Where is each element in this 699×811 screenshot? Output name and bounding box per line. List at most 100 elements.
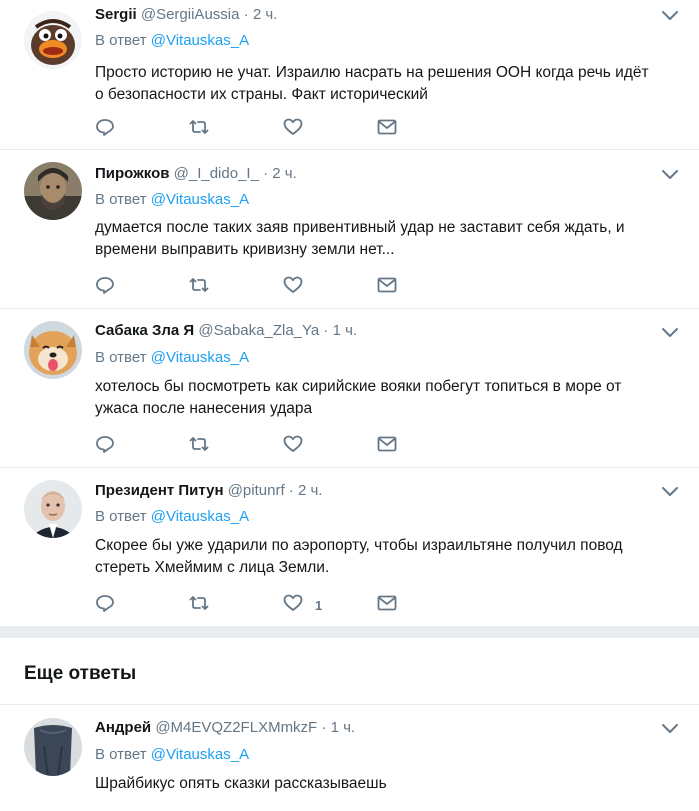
retweet-button[interactable] — [189, 276, 209, 298]
author-handle[interactable]: @Sabaka_Zla_Ya — [198, 322, 319, 339]
retweet-icon — [189, 593, 209, 617]
timestamp[interactable]: 2 ч. — [298, 482, 323, 499]
reply-prefix: В ответ — [95, 508, 147, 525]
heart-icon — [283, 434, 303, 458]
retweet-icon — [189, 117, 209, 141]
avatar[interactable] — [24, 162, 82, 220]
reply-prefix: В ответ — [95, 746, 147, 763]
tweet-actions — [95, 435, 415, 457]
reply-tweet[interactable]: Андрей @M4EVQZ2FLXMmkzF · 1 ч. В ответ @… — [0, 705, 699, 811]
author-name[interactable]: Президент Питун — [95, 482, 224, 499]
reply-button[interactable] — [95, 276, 115, 298]
reply-icon — [95, 593, 115, 617]
reply-tweet[interactable]: Пирожков @_I_dido_I_ · 2 ч. В ответ @Vit… — [0, 150, 699, 309]
reply-to-link[interactable]: @Vitauskas_A — [151, 349, 249, 366]
like-button[interactable] — [283, 118, 315, 140]
retweet-icon — [189, 434, 209, 458]
avatar-image — [24, 11, 82, 69]
reply-to-link[interactable]: @Vitauskas_A — [151, 508, 249, 525]
like-count: 1 — [315, 597, 323, 613]
tweet-text: Шрайбикус опять сказки рассказываешь — [95, 773, 665, 795]
timestamp[interactable]: 2 ч. — [253, 6, 278, 23]
chevron-down-icon[interactable] — [661, 10, 679, 22]
author-name[interactable]: Sergii — [95, 6, 137, 23]
avatar[interactable] — [24, 11, 82, 69]
avatar-image — [24, 480, 82, 538]
tweet-text: хотелось бы посмотреть как сирийские воя… — [95, 376, 665, 420]
separator-dot: · — [288, 482, 294, 499]
tweet-actions: 1 — [95, 594, 415, 616]
reply-to-link[interactable]: @Vitauskas_A — [151, 191, 249, 208]
tweet-text-line: времени выправить кривизну земли нет... — [95, 241, 395, 258]
reply-icon — [95, 117, 115, 141]
direct-message-button[interactable] — [377, 276, 397, 298]
like-button[interactable]: 1 — [283, 594, 322, 616]
tweet-text-line: стереть Хмеймим с лица Земли. — [95, 559, 330, 576]
tweet-text-line: Скорее бы уже ударили по аэропорту, чтоб… — [95, 537, 623, 554]
reply-context: В ответ @Vitauskas_A — [95, 31, 249, 51]
reply-prefix: В ответ — [95, 191, 147, 208]
tweet-text: Скорее бы уже ударили по аэропорту, чтоб… — [95, 535, 665, 579]
avatar-image — [24, 162, 82, 220]
tweet-text-line: о безопасности их страны. Факт историчес… — [95, 86, 428, 103]
reply-prefix: В ответ — [95, 349, 147, 366]
section-divider — [0, 626, 699, 638]
direct-message-button[interactable] — [377, 594, 397, 616]
reply-prefix: В ответ — [95, 32, 147, 49]
author-name[interactable]: Пирожков — [95, 165, 169, 182]
reply-to-link[interactable]: @Vitauskas_A — [151, 32, 249, 49]
separator-dot: · — [263, 165, 269, 182]
author-name[interactable]: Сабака Зла Я — [95, 322, 194, 339]
envelope-icon — [377, 593, 397, 617]
tweet-text: Просто историю не учат. Израилю насрать … — [95, 62, 665, 106]
retweet-button[interactable] — [189, 435, 209, 457]
reply-to-link[interactable]: @Vitauskas_A — [151, 746, 249, 763]
author-name[interactable]: Андрей — [95, 719, 151, 736]
like-button[interactable] — [283, 276, 315, 298]
separator-dot: · — [321, 719, 327, 736]
author-handle[interactable]: @_I_dido_I_ — [174, 165, 259, 182]
reply-tweet[interactable]: Президент Питун @pitunrf · 2 ч. В ответ … — [0, 468, 699, 626]
reply-icon — [95, 434, 115, 458]
tweet-text-line: Шрайбикус опять сказки рассказываешь — [95, 775, 387, 792]
reply-icon — [95, 275, 115, 299]
direct-message-button[interactable] — [377, 435, 397, 457]
author-handle[interactable]: @M4EVQZ2FLXMmkzF — [155, 719, 317, 736]
envelope-icon — [377, 117, 397, 141]
tweet-text-line: думается после таких заяв привентивный у… — [95, 219, 625, 236]
reply-button[interactable] — [95, 594, 115, 616]
reply-tweet[interactable]: Sergii @SergiiAussia · 2 ч. В ответ @Vit… — [0, 0, 699, 150]
like-button[interactable] — [283, 435, 315, 457]
chevron-down-icon[interactable] — [661, 486, 679, 498]
reply-context: В ответ @Vitauskas_A — [95, 348, 249, 368]
avatar[interactable] — [24, 321, 82, 379]
tweet-actions — [95, 276, 415, 298]
reply-button[interactable] — [95, 118, 115, 140]
retweet-button[interactable] — [189, 594, 209, 616]
heart-icon — [283, 593, 303, 617]
tweet-text-line: ужаса после нанесения удара — [95, 400, 313, 417]
chevron-down-icon[interactable] — [661, 169, 679, 181]
avatar-image — [24, 718, 82, 776]
heart-icon — [283, 275, 303, 299]
timestamp[interactable]: 1 ч. — [333, 322, 358, 339]
reply-tweet[interactable]: Сабака Зла Я @Sabaka_Zla_Ya · 1 ч. В отв… — [0, 309, 699, 468]
retweet-icon — [189, 275, 209, 299]
tweet-text: думается после таких заяв привентивный у… — [95, 217, 665, 261]
avatar[interactable] — [24, 480, 82, 538]
direct-message-button[interactable] — [377, 118, 397, 140]
chevron-down-icon[interactable] — [661, 723, 679, 735]
chevron-down-icon[interactable] — [661, 327, 679, 339]
tweet-text-line: хотелось бы посмотреть как сирийские воя… — [95, 378, 622, 395]
more-replies-heading: Еще ответы — [24, 663, 137, 684]
timestamp[interactable]: 1 ч. — [331, 719, 356, 736]
envelope-icon — [377, 275, 397, 299]
avatar[interactable] — [24, 718, 82, 776]
tweet-text-line: Просто историю не учат. Израилю насрать … — [95, 64, 649, 81]
author-handle[interactable]: @pitunrf — [228, 482, 285, 499]
separator-dot: · — [323, 322, 329, 339]
timestamp[interactable]: 2 ч. — [272, 165, 297, 182]
reply-button[interactable] — [95, 435, 115, 457]
author-handle[interactable]: @SergiiAussia — [141, 6, 240, 23]
retweet-button[interactable] — [189, 118, 209, 140]
